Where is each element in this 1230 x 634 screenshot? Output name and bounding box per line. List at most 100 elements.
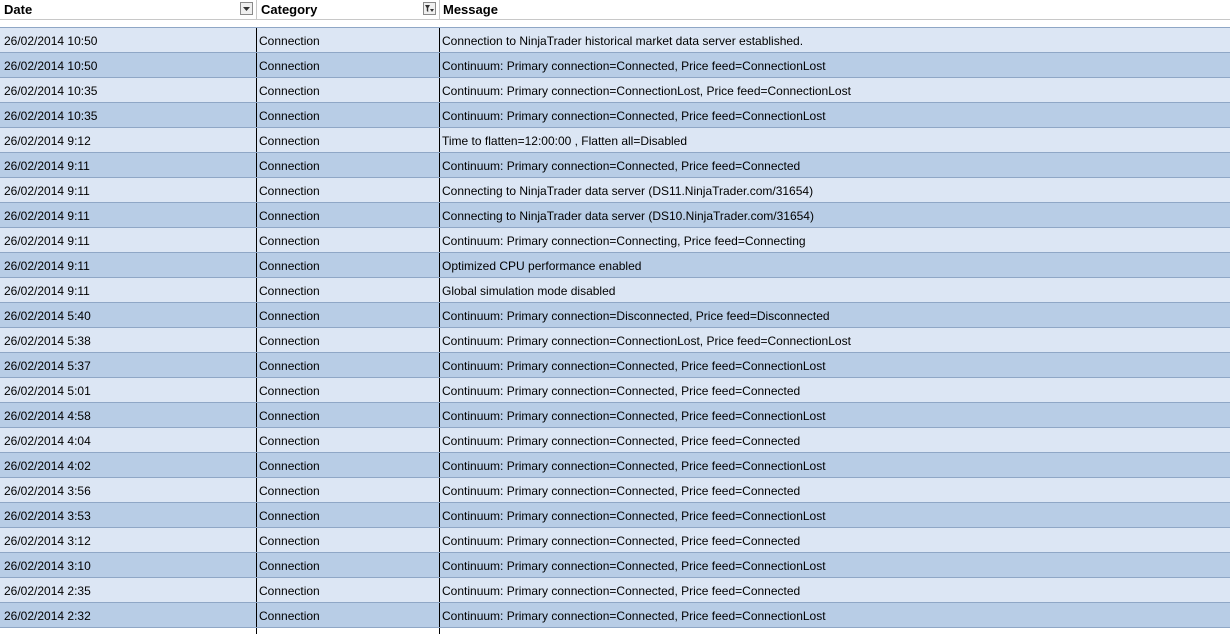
table-row[interactable]: 26/02/2014 4:58 Connection Continuum: Prim…: [0, 402, 1230, 427]
table-row[interactable]: 26/02/2014 3:12 Connection Continuum: Prim…: [0, 527, 1230, 552]
date-cell: 26/02/2014 10:35: [0, 78, 257, 102]
table-row[interactable]: 26/02/2014 9:11 Connection Continuum: Prim…: [0, 227, 1230, 252]
grid-header: Date Category Message: [0, 0, 1230, 20]
header-spacer: [0, 20, 1230, 27]
message-cell: Connecting to NinjaTrader data server (D…: [442, 209, 814, 223]
table-row[interactable]: 26/02/2014 2:32 Connection Continuum: Prim…: [0, 602, 1230, 627]
table-row[interactable]: 26/02/2014 10:50 Connection Connection to …: [0, 27, 1230, 52]
category-cell: Connection: [257, 253, 440, 277]
date-cell: 26/02/2014 9:11: [0, 228, 257, 252]
category-cell: Connection: [257, 528, 440, 552]
message-cell: Continuum: Primary connection=Connected,…: [442, 434, 801, 448]
date-cell: 26/02/2014 2:32: [0, 603, 257, 627]
message-cell: Continuum: Primary connection=Connected,…: [442, 509, 826, 523]
category-cell: Connection: [257, 278, 440, 302]
date-cell: 26/02/2014 9:12: [0, 128, 257, 152]
date-cell: 26/02/2014 9:11: [0, 278, 257, 302]
date-cell: 26/02/2014 5:40: [0, 303, 257, 327]
date-cell: 26/02/2014 9:11: [0, 178, 257, 202]
category-cell: Connection: [257, 228, 440, 252]
date-cell: 26/02/2014 3:12: [0, 528, 257, 552]
table-row[interactable]: 26/02/2014 2:35 Connection Continuum: Prim…: [0, 577, 1230, 602]
message-cell: Continuum: Primary connection=Disconnect…: [442, 309, 830, 323]
message-cell: Continuum: Primary connection=Connected,…: [442, 459, 826, 473]
column-header-date-label: Date: [4, 2, 33, 17]
table-row[interactable]: 26/02/2014 4:04 Connection Continuum: Prim…: [0, 427, 1230, 452]
category-cell: Connection: [257, 328, 440, 352]
message-cell: Continuum: Primary connection=Connected,…: [442, 484, 801, 498]
table-row[interactable]: 26/02/2014 9:11 Connection Global simulati…: [0, 277, 1230, 302]
log-grid: Date Category Message 26/02/2014 10:50 Co…: [0, 0, 1230, 634]
table-row[interactable]: 26/02/2014 9:11 Connection Continuum: Prim…: [0, 152, 1230, 177]
table-row[interactable]: 26/02/2014 9:12 Connection Time to flatten…: [0, 127, 1230, 152]
message-cell: Continuum: Primary connection=Connected,…: [442, 384, 801, 398]
table-row[interactable]: 26/02/2014 3:56 Connection Continuum: Prim…: [0, 477, 1230, 502]
category-cell: Connection: [257, 478, 440, 502]
category-cell: Connection: [257, 603, 440, 627]
message-cell: Continuum: Primary connection=Connected,…: [442, 609, 826, 623]
date-cell: 26/02/2014 4:58: [0, 403, 257, 427]
message-cell: Continuum: Primary connection=Connection…: [442, 84, 851, 98]
category-cell: Connection: [257, 53, 440, 77]
grid-rows: 26/02/2014 10:50 Connection Connection to …: [0, 27, 1230, 627]
message-cell: Continuum: Primary connection=Connected,…: [442, 59, 826, 73]
category-cell: Connection: [257, 553, 440, 577]
message-cell: Optimized CPU performance enabled: [442, 259, 642, 273]
table-row[interactable]: 26/02/2014 10:35 Connection Continuum: Pri…: [0, 102, 1230, 127]
category-cell: Connection: [257, 378, 440, 402]
date-cell: 26/02/2014 4:02: [0, 453, 257, 477]
filter-dropdown-icon[interactable]: [423, 2, 436, 15]
message-cell: Continuum: Primary connection=Connecting…: [442, 234, 806, 248]
dropdown-arrow-icon[interactable]: [240, 2, 253, 15]
table-row[interactable]: 26/02/2014 9:11 Connection Connecting to N…: [0, 202, 1230, 227]
date-cell: 26/02/2014 10:50: [0, 28, 257, 52]
date-cell: 26/02/2014 5:01: [0, 378, 257, 402]
date-cell: 26/02/2014 9:11: [0, 253, 257, 277]
category-cell: Connection: [257, 428, 440, 452]
category-cell: Connection: [257, 578, 440, 602]
date-cell: 26/02/2014 10:35: [0, 103, 257, 127]
date-cell: 26/02/2014 4:04: [0, 428, 257, 452]
message-cell: Continuum: Primary connection=Connected,…: [442, 109, 826, 123]
column-header-category-label: Category: [261, 2, 318, 17]
date-cell: 26/02/2014 9:11: [0, 153, 257, 177]
column-header-message-label: Message: [443, 2, 498, 17]
date-cell: 26/02/2014 5:37: [0, 353, 257, 377]
table-row[interactable]: 26/02/2014 10:50 Connection Continuum: Pri…: [0, 52, 1230, 77]
category-cell: Connection: [257, 178, 440, 202]
date-cell: 26/02/2014 5:38: [0, 328, 257, 352]
message-cell: Continuum: Primary connection=Connected,…: [442, 534, 801, 548]
category-cell: Connection: [257, 503, 440, 527]
table-row[interactable]: 26/02/2014 10:35 Connection Continuum: Pri…: [0, 77, 1230, 102]
category-cell: Connection: [257, 153, 440, 177]
message-cell: Continuum: Primary connection=Connected,…: [442, 159, 801, 173]
table-row[interactable]: 26/02/2014 5:40 Connection Continuum: Prim…: [0, 302, 1230, 327]
message-cell: Continuum: Primary connection=Connected,…: [442, 409, 826, 423]
column-header-category[interactable]: Category: [257, 0, 440, 19]
table-row[interactable]: 26/02/2014 5:38 Connection Continuum: Prim…: [0, 327, 1230, 352]
table-row[interactable]: 26/02/2014 3:10 Connection Continuum: Prim…: [0, 552, 1230, 577]
message-cell: Connection to NinjaTrader historical mar…: [442, 34, 804, 48]
table-row[interactable]: 26/02/2014 4:02 Connection Continuum: Prim…: [0, 452, 1230, 477]
date-cell: 26/02/2014 9:11: [0, 203, 257, 227]
table-row[interactable]: 26/02/2014 5:37 Connection Continuum: Prim…: [0, 352, 1230, 377]
category-cell: Connection: [257, 203, 440, 227]
category-cell: Connection: [257, 353, 440, 377]
table-row[interactable]: 26/02/2014 9:11 Connection Connecting to N…: [0, 177, 1230, 202]
table-row[interactable]: 26/02/2014 5:01 Connection Continuum: Prim…: [0, 377, 1230, 402]
category-cell: Connection: [257, 103, 440, 127]
column-header-date[interactable]: Date: [0, 0, 257, 19]
message-cell: Time to flatten=12:00:00 , Flatten all=D…: [442, 134, 688, 148]
table-row[interactable]: 26/02/2014 3:53 Connection Continuum: Prim…: [0, 502, 1230, 527]
date-cell: 26/02/2014 3:53: [0, 503, 257, 527]
date-cell: 26/02/2014 10:50: [0, 53, 257, 77]
column-header-message[interactable]: Message: [440, 0, 1230, 19]
message-cell: Continuum: Primary connection=Connected,…: [442, 584, 801, 598]
date-cell: 26/02/2014 3:10: [0, 553, 257, 577]
message-cell: Connecting to NinjaTrader data server (D…: [442, 184, 814, 198]
category-cell: Connection: [257, 303, 440, 327]
message-cell: Continuum: Primary connection=Connected,…: [442, 359, 826, 373]
category-cell: Connection: [257, 78, 440, 102]
date-cell: 26/02/2014 2:35: [0, 578, 257, 602]
table-row[interactable]: 26/02/2014 9:11 Connection Optimized CPU p…: [0, 252, 1230, 277]
